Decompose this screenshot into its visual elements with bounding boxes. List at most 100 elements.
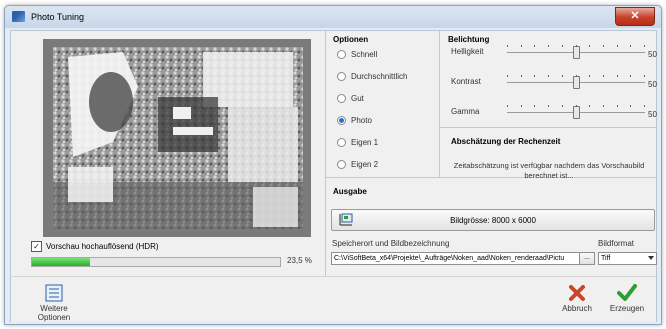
radio-icon[interactable]: [337, 138, 346, 147]
option-label: Durchschnittlich: [351, 72, 408, 81]
option-label: Schnell: [351, 50, 378, 59]
app-icon: [12, 11, 25, 22]
radio-icon[interactable]: [337, 72, 346, 81]
options-title: Optionen: [333, 35, 369, 44]
image-size-label: Bildgrösse: 8000 x 6000: [450, 216, 536, 225]
format-value: Tiff: [601, 255, 611, 262]
more-options-button[interactable]: Weitere Optionen: [29, 284, 79, 322]
save-path-input[interactable]: C:\ViSoftBeta_x64\Projekte\_Aufträge\Nok…: [331, 252, 580, 265]
slider-tick: [617, 105, 618, 107]
slider-tick: [644, 45, 645, 47]
slider-thumb[interactable]: [573, 76, 580, 89]
option-label: Eigen 2: [351, 160, 379, 169]
option-label: Eigen 1: [351, 138, 379, 147]
format-select[interactable]: Tiff: [598, 252, 657, 265]
slider-tick: [589, 45, 590, 47]
cancel-button[interactable]: Abbruch: [559, 284, 595, 313]
slider-tick: [507, 45, 508, 47]
slider-tick: [576, 75, 577, 77]
radio-icon[interactable]: [337, 50, 346, 59]
slider-tick: [603, 45, 604, 47]
checklist-icon: [45, 284, 63, 302]
slider-tick: [534, 75, 535, 77]
option-eigen-1[interactable]: Eigen 1: [337, 138, 378, 147]
slider-tick: [589, 105, 590, 107]
slider-tick: [644, 105, 645, 107]
dialog-client-area: ✓ Vorschau hochauflösend (HDR) 23,5 % Op…: [10, 30, 657, 322]
exposure-title: Belichtung: [448, 35, 490, 44]
cancel-icon: [569, 285, 585, 301]
photo-tuning-window: Photo Tuning ✕ ✓ Vorschau hochauflösend …: [4, 5, 662, 325]
preview-image: [53, 47, 303, 229]
slider-tick: [562, 45, 563, 47]
preview-progress-bar: [31, 257, 281, 267]
divider: [439, 127, 656, 128]
estimate-title: Abschätzung der Rechenzeit: [451, 137, 561, 146]
slider-tick: [521, 105, 522, 107]
slider-tick: [507, 105, 508, 107]
slider-tick: [644, 75, 645, 77]
contrast-value: 50: [648, 80, 657, 89]
slider-tick: [617, 75, 618, 77]
gamma-value: 50: [648, 110, 657, 119]
hdr-checkbox[interactable]: ✓: [31, 241, 42, 252]
window-title: Photo Tuning: [31, 12, 85, 22]
option-schnell[interactable]: Schnell: [337, 50, 377, 59]
slider-tick: [617, 45, 618, 47]
option-label: Gut: [351, 94, 364, 103]
radio-icon[interactable]: [337, 160, 346, 169]
title-bar[interactable]: Photo Tuning ✕: [5, 6, 661, 28]
close-button[interactable]: ✕: [615, 7, 655, 26]
image-size-button[interactable]: Bildgrösse: 8000 x 6000: [331, 209, 655, 231]
radio-icon[interactable]: [337, 116, 346, 125]
cancel-label: Abbruch: [562, 304, 592, 313]
contrast-slider[interactable]: [507, 75, 645, 89]
option-eigen-2[interactable]: Eigen 2: [337, 160, 378, 169]
progress-percent: 23,5 %: [287, 256, 312, 265]
browse-button[interactable]: ...: [579, 252, 595, 265]
slider-tick: [589, 75, 590, 77]
divider: [325, 31, 326, 276]
slider-tick: [548, 105, 549, 107]
slider-tick: [630, 75, 631, 77]
slider-tick: [630, 45, 631, 47]
output-title: Ausgabe: [333, 187, 367, 196]
slider-tick: [603, 105, 604, 107]
path-label: Speicherort und Bildbezeichnung: [332, 239, 450, 248]
option-durchschnittlich[interactable]: Durchschnittlich: [337, 72, 407, 81]
more-options-label-2: Optionen: [37, 313, 71, 322]
create-label: Erzeugen: [609, 304, 645, 313]
slider-tick: [521, 45, 522, 47]
brightness-label: Helligkeit: [451, 47, 484, 56]
slider-thumb[interactable]: [573, 46, 580, 59]
slider-tick: [534, 45, 535, 47]
slider-tick: [548, 45, 549, 47]
slider-tick: [576, 105, 577, 107]
slider-tick: [576, 45, 577, 47]
slider-tick: [562, 105, 563, 107]
create-button[interactable]: Erzeugen: [607, 284, 647, 313]
bottom-toolbar: Weitere Optionen Abbruch Erzeugen: [11, 276, 656, 322]
hdr-label: Vorschau hochauflösend (HDR): [46, 242, 159, 251]
slider-tick: [534, 105, 535, 107]
estimate-text: Zeitabschätzung ist verfügbar nachdem da…: [453, 161, 645, 180]
slider-tick: [521, 75, 522, 77]
option-photo[interactable]: Photo: [337, 116, 372, 125]
option-label: Photo: [351, 116, 372, 125]
brightness-value: 50: [648, 50, 657, 59]
brightness-slider[interactable]: [507, 45, 645, 59]
chevron-down-icon: [648, 256, 654, 260]
checkmark-icon: [617, 284, 637, 301]
contrast-label: Kontrast: [451, 77, 481, 86]
hdr-preview-toggle[interactable]: ✓ Vorschau hochauflösend (HDR): [31, 241, 159, 252]
slider-tick: [630, 105, 631, 107]
progress-fill: [32, 258, 91, 266]
radio-icon[interactable]: [337, 94, 346, 103]
divider: [439, 31, 440, 177]
option-gut[interactable]: Gut: [337, 94, 364, 103]
slider-thumb[interactable]: [573, 106, 580, 119]
gamma-slider[interactable]: [507, 105, 645, 119]
slider-tick: [548, 75, 549, 77]
more-options-label-1: Weitere: [40, 304, 68, 313]
slider-tick: [507, 75, 508, 77]
